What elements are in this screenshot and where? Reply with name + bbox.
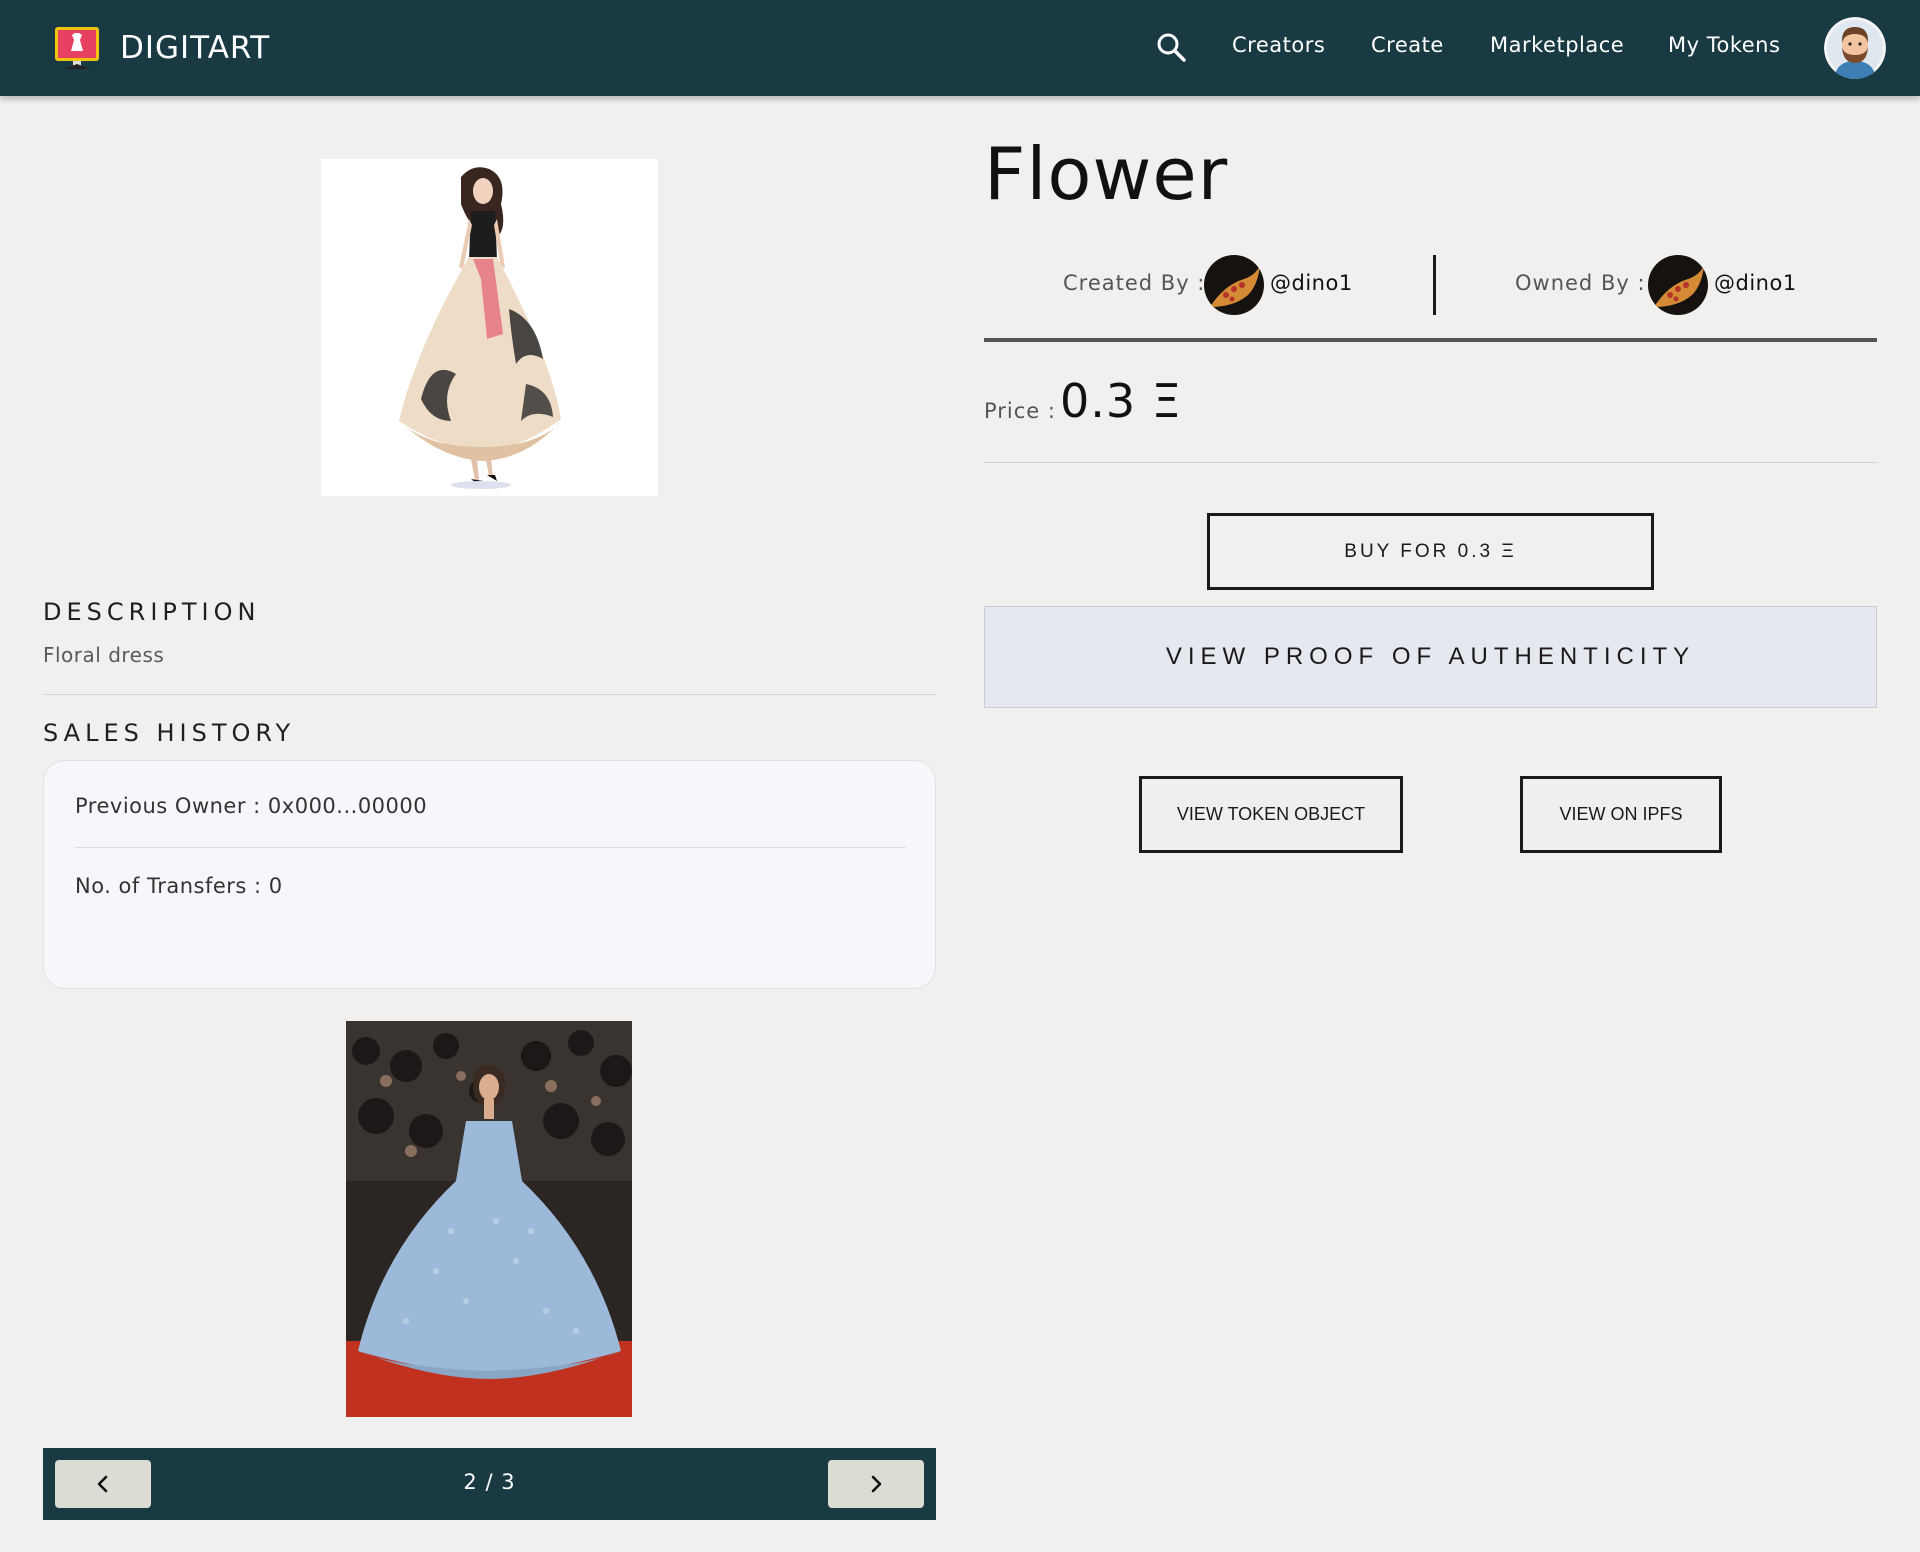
user-avatar-icon <box>1824 17 1886 79</box>
price-label: Price : <box>984 399 1056 423</box>
buy-button[interactable]: BUY FOR 0.3 Ξ <box>1207 513 1654 590</box>
view-on-ipfs-button[interactable]: VIEW ON IPFS <box>1520 776 1722 853</box>
chevron-right-icon <box>871 1475 882 1493</box>
nav-link-marketplace[interactable]: Marketplace <box>1490 33 1624 57</box>
section-divider <box>43 694 936 695</box>
nav-link-my-tokens[interactable]: My Tokens <box>1668 33 1780 57</box>
artwork-panel <box>0 96 960 534</box>
owned-by-label: Owned By : <box>1515 271 1646 295</box>
owner-avatar[interactable] <box>1648 255 1708 315</box>
sales-history-heading: SALES HISTORY <box>43 719 296 747</box>
artwork-image <box>321 159 658 496</box>
nav-link-create[interactable]: Create <box>1371 33 1444 57</box>
creator-avatar-icon <box>1204 255 1264 315</box>
nav-link-creators[interactable]: Creators <box>1232 33 1325 57</box>
owner-handle[interactable]: @dino1 <box>1714 271 1797 295</box>
user-avatar[interactable] <box>1824 17 1886 79</box>
dress-sketch-image <box>321 159 658 496</box>
header-divider <box>984 338 1877 342</box>
view-token-object-button[interactable]: VIEW TOKEN OBJECT <box>1139 776 1403 853</box>
brand-name: DIGITART <box>120 30 271 66</box>
creator-avatar[interactable] <box>1204 255 1264 315</box>
price-value: 0.3 Ξ <box>1060 374 1182 428</box>
token-title: Flower <box>984 132 1229 216</box>
page-indicator: 2 / 3 <box>463 1470 516 1494</box>
price-divider <box>984 462 1877 463</box>
description-heading: DESCRIPTION <box>43 598 261 626</box>
next-button[interactable] <box>828 1460 924 1508</box>
created-by-label: Created By : <box>1063 271 1206 295</box>
transfer-count: No. of Transfers : 0 <box>75 874 283 898</box>
top-navbar: DIGITART Creators Create Marketplace My … <box>0 0 1920 96</box>
owner-avatar-icon <box>1648 255 1708 315</box>
creator-handle[interactable]: @dino1 <box>1270 271 1353 295</box>
previous-owner: Previous Owner : 0x000...00000 <box>75 794 428 818</box>
description-text: Floral dress <box>43 643 165 667</box>
sales-divider <box>75 847 906 848</box>
search-icon[interactable] <box>1154 30 1190 66</box>
brand[interactable]: DIGITART <box>52 22 270 74</box>
sales-history-card: Previous Owner : 0x000...00000 No. of Tr… <box>43 760 936 989</box>
owner-separator <box>1433 255 1436 315</box>
view-proof-button[interactable]: VIEW PROOF OF AUTHENTICITY <box>984 606 1877 708</box>
gown-photo-image <box>346 1021 632 1417</box>
brand-logo-icon <box>55 27 99 69</box>
gallery-pager: 2 / 3 <box>43 1448 936 1520</box>
gallery-photo <box>346 1021 632 1417</box>
